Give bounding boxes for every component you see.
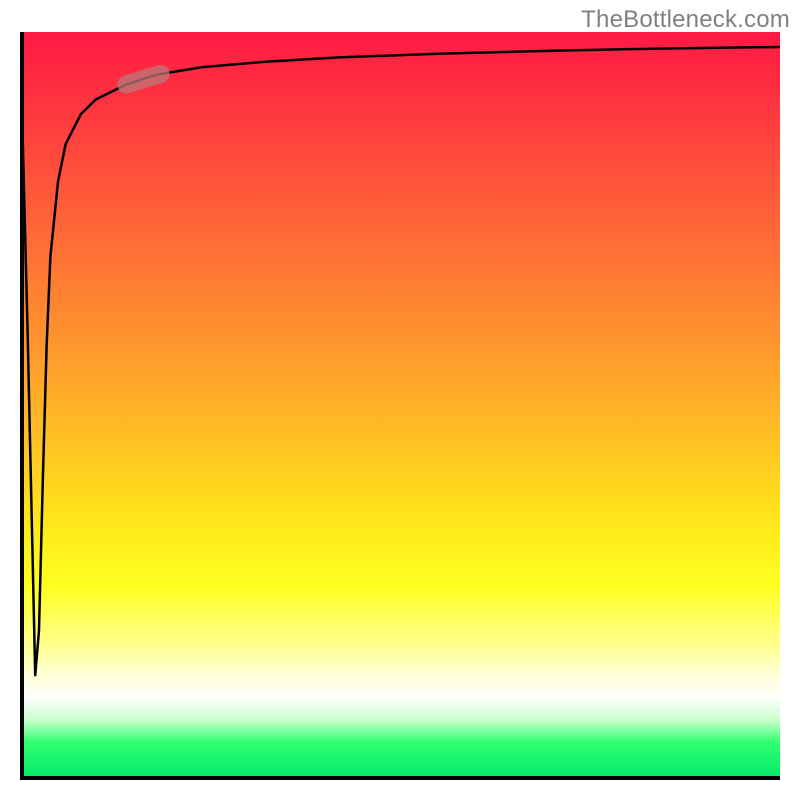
plot-gradient-background	[20, 32, 780, 780]
chart-container: TheBottleneck.com	[0, 0, 800, 800]
watermark-text: TheBottleneck.com	[581, 6, 790, 34]
